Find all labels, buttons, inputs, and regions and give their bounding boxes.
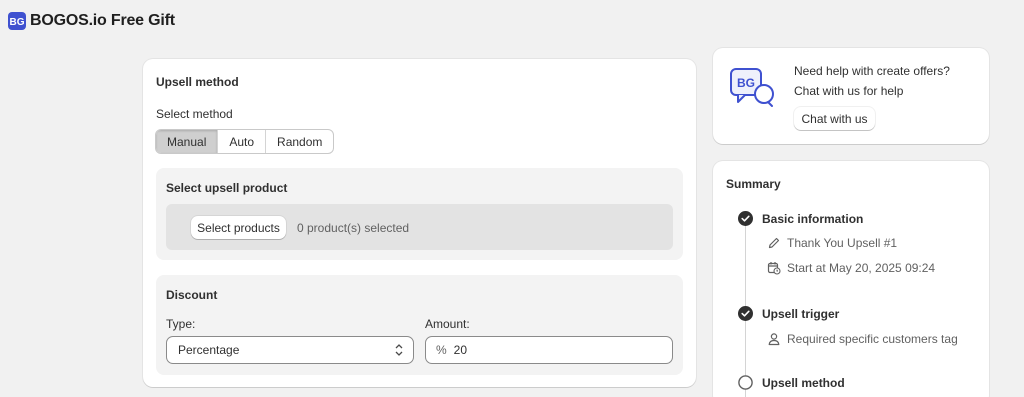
- summary-step-upsell-method: Upsell method: [762, 376, 845, 390]
- person-icon: [768, 333, 780, 346]
- method-segmented-control: Manual Auto Random: [155, 129, 335, 154]
- help-heading: Need help with create offers?: [794, 64, 950, 78]
- discount-type-select[interactable]: Percentage: [166, 336, 414, 364]
- percent-prefix: %: [436, 343, 447, 357]
- discount-amount-input[interactable]: % 20: [425, 336, 673, 364]
- calendar-clock-icon: [767, 262, 781, 275]
- select-upsell-product-title: Select upsell product: [166, 181, 288, 195]
- summary-card: Summary Basic information Thank You Upse…: [713, 161, 989, 397]
- discount-type-label: Type:: [166, 317, 196, 331]
- summary-detail-start: Start at May 20, 2025 09:24: [767, 261, 935, 275]
- select-method-label: Select method: [156, 107, 233, 121]
- discount-amount-value: 20: [453, 343, 468, 357]
- app-title: BOGOS.io Free Gift: [30, 12, 175, 29]
- summary-detail-trigger: Required specific customers tag: [767, 332, 958, 346]
- pencil-icon: [768, 237, 780, 249]
- method-auto-button[interactable]: Auto: [218, 130, 267, 153]
- method-random-button[interactable]: Random: [266, 130, 333, 153]
- chat-support-icon: BG: [730, 68, 774, 107]
- summary-step-basic-information: Basic information: [762, 212, 864, 226]
- discount-amount-label: Amount:: [425, 317, 470, 331]
- discount-section: Discount Type: Amount: Percentage % 20: [156, 275, 683, 375]
- check-circle-icon: [738, 306, 753, 321]
- summary-detail-name: Thank You Upsell #1: [767, 236, 897, 250]
- upsell-method-title: Upsell method: [156, 75, 239, 89]
- svg-text:BG: BG: [10, 17, 24, 28]
- empty-circle-icon: [738, 375, 753, 390]
- svg-text:BG: BG: [737, 76, 755, 90]
- discount-title: Discount: [166, 288, 218, 302]
- help-subtext: Chat with us for help: [794, 84, 904, 98]
- selected-products-count: 0 product(s) selected: [297, 221, 410, 235]
- summary-title: Summary: [726, 177, 781, 191]
- product-selection-row: Select products 0 product(s) selected: [166, 204, 673, 250]
- discount-type-value: Percentage: [178, 343, 240, 357]
- check-circle-icon: [738, 211, 753, 226]
- summary-detail-text: Required specific customers tag: [787, 332, 958, 346]
- select-products-button[interactable]: Select products: [191, 216, 286, 239]
- summary-detail-text: Thank You Upsell #1: [787, 236, 898, 250]
- summary-detail-text: Start at May 20, 2025 09:24: [787, 261, 936, 275]
- bogos-logo-icon: BG: [8, 12, 26, 30]
- help-card: BG Need help with create offers? Chat wi…: [713, 48, 989, 144]
- upsell-method-card: Upsell method Select method Manual Auto …: [143, 59, 696, 387]
- summary-step-upsell-trigger: Upsell trigger: [762, 307, 840, 321]
- app-header: BG BOGOS.io Free Gift: [8, 12, 175, 30]
- chat-with-us-button[interactable]: Chat with us: [794, 107, 875, 130]
- method-manual-button[interactable]: Manual: [156, 130, 219, 153]
- select-chevron-icon: [395, 344, 403, 356]
- select-upsell-product-section: Select upsell product Select products 0 …: [156, 168, 683, 260]
